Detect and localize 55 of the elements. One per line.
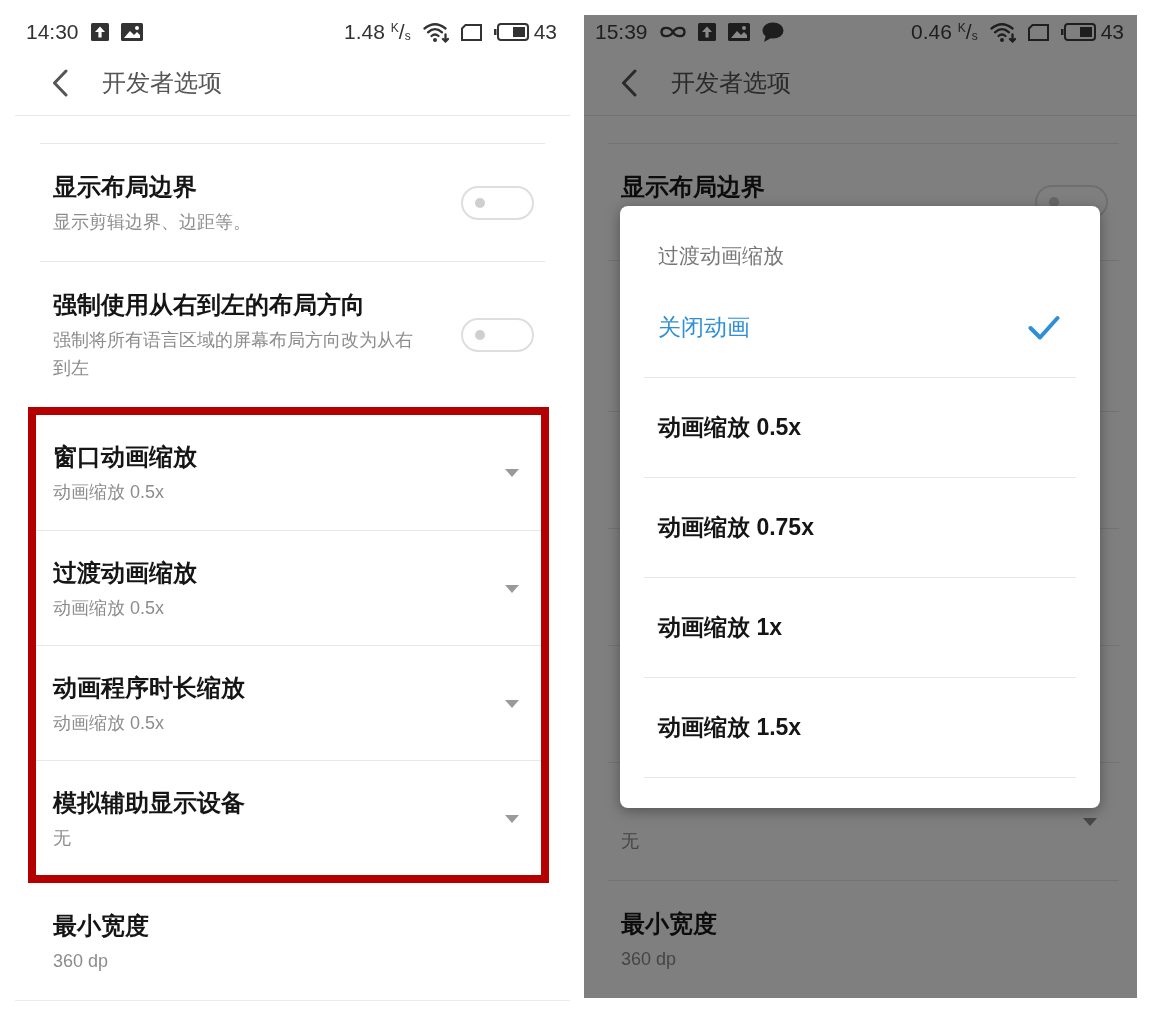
dropdown-caret-icon [505, 814, 519, 823]
status-time: 15:39 [595, 20, 648, 44]
setting-summary: 360 dp [53, 950, 109, 973]
setting-title: 动画程序时长缩放 [53, 673, 245, 703]
network-speed: 1.48 $^{K}$/$_{s}$ [344, 20, 411, 44]
dropdown-caret-icon [505, 699, 519, 708]
setting-summary: 360 dp [621, 948, 677, 971]
setting-summary: 无 [53, 827, 71, 850]
setting-title: 显示布局边界 [53, 172, 197, 202]
setting-title: 显示布局边界 [621, 172, 765, 202]
check-icon [1028, 314, 1060, 341]
option-item[interactable]: 动画缩放 1.5x [644, 678, 1076, 778]
infinity-icon [659, 25, 686, 39]
battery-percent: 43 [533, 20, 557, 44]
back-button[interactable] [52, 68, 68, 97]
option-item[interactable]: 动画缩放 1x [644, 578, 1076, 678]
upload-icon [90, 23, 109, 41]
setting-summary: 无 [621, 830, 639, 853]
battery-icon [493, 23, 529, 41]
setting-title: 最小宽度 [53, 911, 149, 941]
page-title: 开发者选项 [102, 67, 222, 98]
setting-summary: 强制将所有语言区域的屏幕布局方向改为从右到左 [53, 329, 414, 380]
setting-title: 模拟辅助显示设备 [53, 788, 245, 818]
network-speed: 0.46 $^{K}$/$_{s}$ [911, 20, 978, 44]
setting-summary: 动画缩放 0.5x [53, 597, 165, 620]
back-button[interactable] [621, 68, 637, 97]
wifi-icon [422, 21, 449, 43]
setting-title: 最小宽度 [621, 909, 717, 939]
back-chevron-icon [621, 68, 637, 97]
status-time: 14:30 [26, 20, 79, 44]
toggle-switch[interactable] [461, 185, 534, 220]
setting-summary: 动画缩放 0.5x [53, 481, 165, 504]
dropdown-caret-icon [505, 584, 519, 593]
wifi-icon [989, 21, 1016, 43]
setting-summary: 显示剪辑边界、边距等。 [53, 211, 251, 234]
setting-summary: 动画缩放 0.5x [53, 712, 165, 735]
dropdown-caret-icon [1083, 817, 1097, 826]
back-chevron-icon [52, 68, 68, 97]
upload-icon [697, 23, 716, 41]
toggle-switch[interactable] [461, 317, 534, 352]
battery-icon [1060, 23, 1096, 41]
image-icon [727, 23, 750, 41]
dialog-title: 过渡动画缩放 [658, 243, 784, 269]
chat-bubble-icon [761, 22, 784, 42]
setting-title: 强制使用从右到左的布局方向 [53, 290, 365, 320]
battery-percent: 43 [1100, 20, 1124, 44]
page-title: 开发者选项 [671, 67, 791, 98]
option-item[interactable]: 动画缩放 0.75x [644, 478, 1076, 578]
sim-card-icon [1027, 23, 1049, 41]
sim-card-icon [460, 23, 482, 41]
setting-title: 过渡动画缩放 [53, 558, 197, 588]
option-item[interactable]: 动画缩放 0.5x [644, 378, 1076, 478]
image-icon [120, 23, 143, 41]
setting-title: 窗口动画缩放 [53, 442, 197, 472]
dropdown-caret-icon [505, 469, 519, 477]
